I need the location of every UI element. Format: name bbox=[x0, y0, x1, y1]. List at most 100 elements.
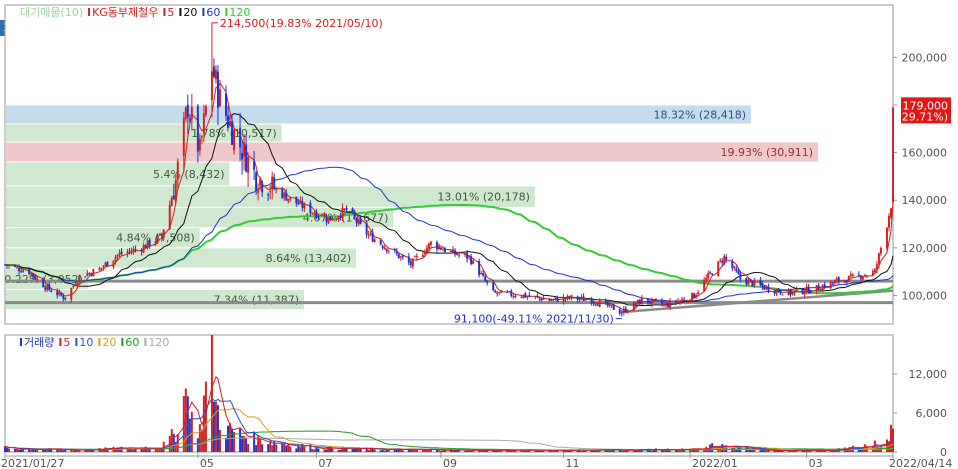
candle-body bbox=[564, 298, 567, 300]
candle-body bbox=[829, 281, 832, 289]
volume-bar bbox=[100, 450, 103, 452]
volume-bar bbox=[281, 443, 284, 452]
candle-body bbox=[843, 279, 846, 283]
legend-item: 10 bbox=[79, 336, 93, 349]
candle-body bbox=[815, 284, 818, 292]
candle-body bbox=[781, 294, 784, 296]
candle-body bbox=[18, 268, 21, 272]
candle-body bbox=[524, 293, 527, 298]
low-annotation: 91,100(-49.11% 2021/11/30) bbox=[454, 313, 614, 326]
volume-bar bbox=[273, 440, 276, 452]
candle-body bbox=[737, 271, 740, 274]
candle-body bbox=[261, 182, 264, 193]
candle-body bbox=[847, 275, 850, 282]
candle-body bbox=[470, 256, 473, 265]
candle-body bbox=[98, 268, 101, 271]
candle-body bbox=[200, 136, 203, 138]
candle-body bbox=[805, 286, 808, 293]
candle-body bbox=[777, 288, 780, 292]
candle-body bbox=[130, 251, 133, 253]
candle-body bbox=[30, 273, 33, 275]
candle-body bbox=[835, 278, 838, 280]
candle-body bbox=[331, 219, 334, 221]
candle-body bbox=[42, 279, 45, 288]
candle-body bbox=[359, 218, 362, 224]
candle-body bbox=[646, 298, 649, 303]
candle-body bbox=[620, 312, 623, 314]
volume-bar bbox=[323, 449, 326, 452]
volume-bar bbox=[620, 450, 623, 452]
candle-body bbox=[582, 296, 585, 302]
candle-body bbox=[823, 284, 826, 288]
candle-body bbox=[365, 222, 368, 235]
volume-bar bbox=[807, 451, 810, 452]
candle-body bbox=[104, 262, 107, 267]
candle-body bbox=[58, 291, 61, 295]
candle-body bbox=[50, 290, 53, 293]
candle-body bbox=[198, 138, 201, 151]
candle-body bbox=[652, 299, 655, 301]
candle-body bbox=[281, 188, 284, 198]
candle-body bbox=[733, 267, 736, 269]
volume-bar bbox=[231, 429, 234, 452]
volume-bar bbox=[650, 450, 653, 452]
candle-body bbox=[514, 296, 517, 298]
legend-item: 20 bbox=[102, 336, 116, 349]
price-y-tick-label: 100,000 bbox=[902, 289, 948, 302]
candle-body bbox=[809, 292, 812, 294]
candle-body bbox=[112, 260, 115, 267]
volume-profile-label: 18.32% (28,418) bbox=[653, 109, 746, 122]
volume-bar bbox=[8, 448, 10, 452]
volume-bar bbox=[190, 411, 193, 452]
volume-y-tick-label: 6,000 bbox=[916, 407, 948, 420]
candle-body bbox=[548, 298, 551, 301]
candle-body bbox=[791, 291, 794, 295]
candle-body bbox=[255, 172, 258, 191]
candle-body bbox=[669, 300, 671, 308]
volume-bar bbox=[275, 444, 278, 452]
volume-bar bbox=[413, 449, 416, 452]
volume-bar bbox=[381, 449, 384, 452]
candle-body bbox=[174, 180, 177, 202]
candle-body bbox=[793, 290, 796, 294]
x-tick-label: 07 bbox=[318, 457, 332, 469]
candle-body bbox=[323, 216, 326, 218]
candle-body bbox=[415, 255, 418, 258]
candle-body bbox=[144, 245, 147, 248]
volume-bar bbox=[751, 450, 754, 452]
volume-bar bbox=[383, 450, 386, 452]
candle-body bbox=[273, 177, 276, 189]
volume-y-tick-label: 12,000 bbox=[909, 368, 948, 381]
candle-body bbox=[695, 294, 698, 298]
volume-bar bbox=[56, 449, 59, 452]
stock-chart[interactable]: 18.32% (28,418)1.78% (10,517)19.93% (30,… bbox=[0, 0, 958, 469]
volume-bar bbox=[295, 448, 298, 452]
candle-body bbox=[395, 251, 398, 254]
legend-item: 20 bbox=[183, 6, 197, 19]
volume-bar bbox=[216, 405, 219, 452]
volume-bar bbox=[552, 450, 555, 452]
candle-body bbox=[765, 286, 768, 289]
volume-bar bbox=[622, 450, 625, 452]
volume-bar bbox=[233, 432, 236, 452]
volume-bar bbox=[415, 449, 418, 452]
candle-body bbox=[225, 93, 227, 116]
candle-body bbox=[664, 303, 667, 305]
candle-body bbox=[660, 300, 663, 305]
volume-profile-label: 7.34% (11,387) bbox=[213, 294, 299, 307]
candle-body bbox=[439, 247, 442, 250]
volume-bar bbox=[353, 448, 356, 452]
candle-body bbox=[494, 290, 497, 293]
candle-body bbox=[526, 296, 529, 298]
volume-bar bbox=[325, 449, 328, 452]
candle-body bbox=[885, 227, 888, 249]
legend-marker bbox=[179, 8, 182, 16]
candle-body bbox=[196, 105, 199, 152]
candle-body bbox=[214, 69, 217, 80]
candle-body bbox=[612, 304, 615, 310]
candle-body bbox=[512, 296, 515, 298]
volume-bar bbox=[524, 450, 527, 452]
candle-body bbox=[821, 285, 824, 292]
candle-body bbox=[632, 302, 635, 311]
candle-body bbox=[156, 235, 159, 243]
